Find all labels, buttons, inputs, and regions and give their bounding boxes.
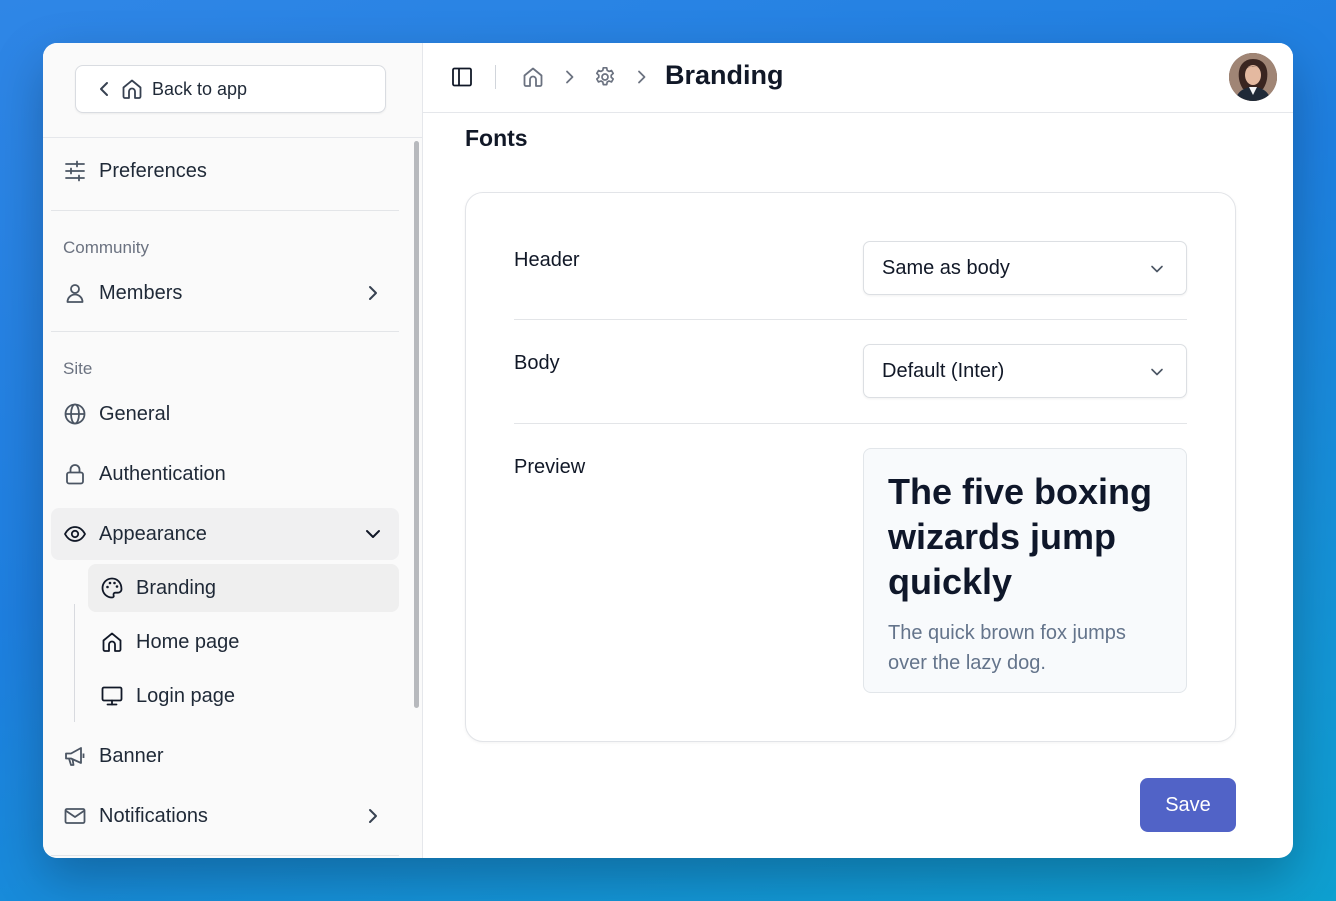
fonts-card: Header Same as body Body Default (Inter)… <box>465 192 1236 742</box>
sidebar-item-branding[interactable]: Branding <box>88 564 399 612</box>
sidebar-item-preferences[interactable]: Preferences <box>51 145 399 197</box>
palette-icon <box>101 577 123 599</box>
chevron-right-icon <box>638 70 646 84</box>
breadcrumb-separator <box>560 67 580 87</box>
monitor-icon <box>101 686 123 706</box>
chevron-right-icon <box>369 286 377 300</box>
header-font-value: Same as body <box>882 256 1010 279</box>
preview-text: The quick brown fox jumps over the lazy … <box>888 622 1126 674</box>
back-to-app-label: Back to app <box>152 78 248 99</box>
breadcrumb-separator <box>632 67 652 87</box>
sidebar-item-general[interactable]: General <box>51 388 399 440</box>
home-icon <box>523 67 543 87</box>
sidebar-item-home-page[interactable]: Home page <box>88 618 399 666</box>
section-label-site: Site <box>63 359 93 378</box>
sidebar: Back to app Preferences Community Member… <box>43 43 423 858</box>
sidebar-item-appearance[interactable]: Appearance <box>51 508 399 560</box>
app-window: Back to app Preferences Community Member… <box>43 43 1293 858</box>
header-font-label: Header <box>514 249 580 271</box>
submenu-guide-line <box>74 604 75 722</box>
home-icon <box>122 79 142 99</box>
divider <box>51 210 399 211</box>
sidebar-item-label: Login page <box>136 684 235 707</box>
chevron-right-icon <box>369 809 377 823</box>
toolbar-separator <box>495 65 496 89</box>
sidebar-item-label: General <box>99 402 171 425</box>
eye-icon <box>63 526 87 542</box>
sidebar-scrollbar[interactable] <box>414 141 419 708</box>
gear-icon <box>595 66 615 86</box>
mail-icon <box>64 808 86 824</box>
save-button[interactable]: Save <box>1140 778 1236 832</box>
megaphone-icon <box>65 747 85 766</box>
chevron-down-icon <box>1151 265 1163 273</box>
avatar[interactable] <box>1229 53 1277 101</box>
sidebar-item-label: Home page <box>136 630 240 653</box>
sliders-icon <box>65 160 85 182</box>
page-title: Branding <box>665 60 784 90</box>
chevron-down-icon <box>366 530 380 538</box>
sidebar-item-label: Authentication <box>99 462 226 485</box>
sidebar-item-label: Branding <box>136 576 217 599</box>
sidebar-item-label: Banner <box>99 744 164 767</box>
user-icon <box>66 284 84 303</box>
sidebar-item-label: Members <box>99 281 183 304</box>
row-divider <box>514 423 1187 424</box>
sidebar-item-label: Preferences <box>99 159 207 182</box>
back-to-app-button[interactable]: Back to app <box>75 65 386 113</box>
row-divider <box>514 319 1187 320</box>
body-font-value: Default (Inter) <box>882 359 1005 382</box>
font-preview: The five boxing wizards jump quickly The… <box>863 448 1187 693</box>
sidebar-toggle-button[interactable] <box>450 65 474 89</box>
chevron-left-icon <box>100 82 108 96</box>
lock-icon <box>66 464 84 485</box>
home-icon <box>102 632 122 652</box>
body-font-select[interactable]: Default (Inter) <box>863 344 1187 398</box>
body-font-label: Body <box>514 352 560 374</box>
sidebar-panel-icon <box>452 67 472 87</box>
back-section: Back to app <box>43 43 422 138</box>
chevron-down-icon <box>1151 368 1163 376</box>
preview-heading: The five boxing wizards jump quickly <box>888 471 1153 602</box>
sidebar-item-members[interactable]: Members <box>51 267 399 319</box>
preview-label: Preview <box>514 456 586 478</box>
sidebar-item-label: Appearance <box>99 522 207 545</box>
sidebar-item-login-page[interactable]: Login page <box>88 672 399 720</box>
header-font-select[interactable]: Same as body <box>863 241 1187 295</box>
user-avatar-image <box>1229 53 1277 101</box>
breadcrumb-home[interactable] <box>521 65 545 89</box>
sidebar-item-authentication[interactable]: Authentication <box>51 448 399 500</box>
globe-icon <box>64 403 86 425</box>
top-bar: Branding <box>423 43 1293 113</box>
breadcrumb-settings[interactable] <box>593 65 617 89</box>
sidebar-item-notifications[interactable]: Notifications <box>51 790 399 842</box>
sidebar-item-label: Notifications <box>99 804 208 827</box>
section-label-community: Community <box>63 238 149 257</box>
sidebar-item-banner[interactable]: Banner <box>51 730 399 782</box>
chevron-right-icon <box>566 70 574 84</box>
section-title: Fonts <box>465 125 528 151</box>
divider <box>51 855 399 856</box>
divider <box>51 331 399 332</box>
